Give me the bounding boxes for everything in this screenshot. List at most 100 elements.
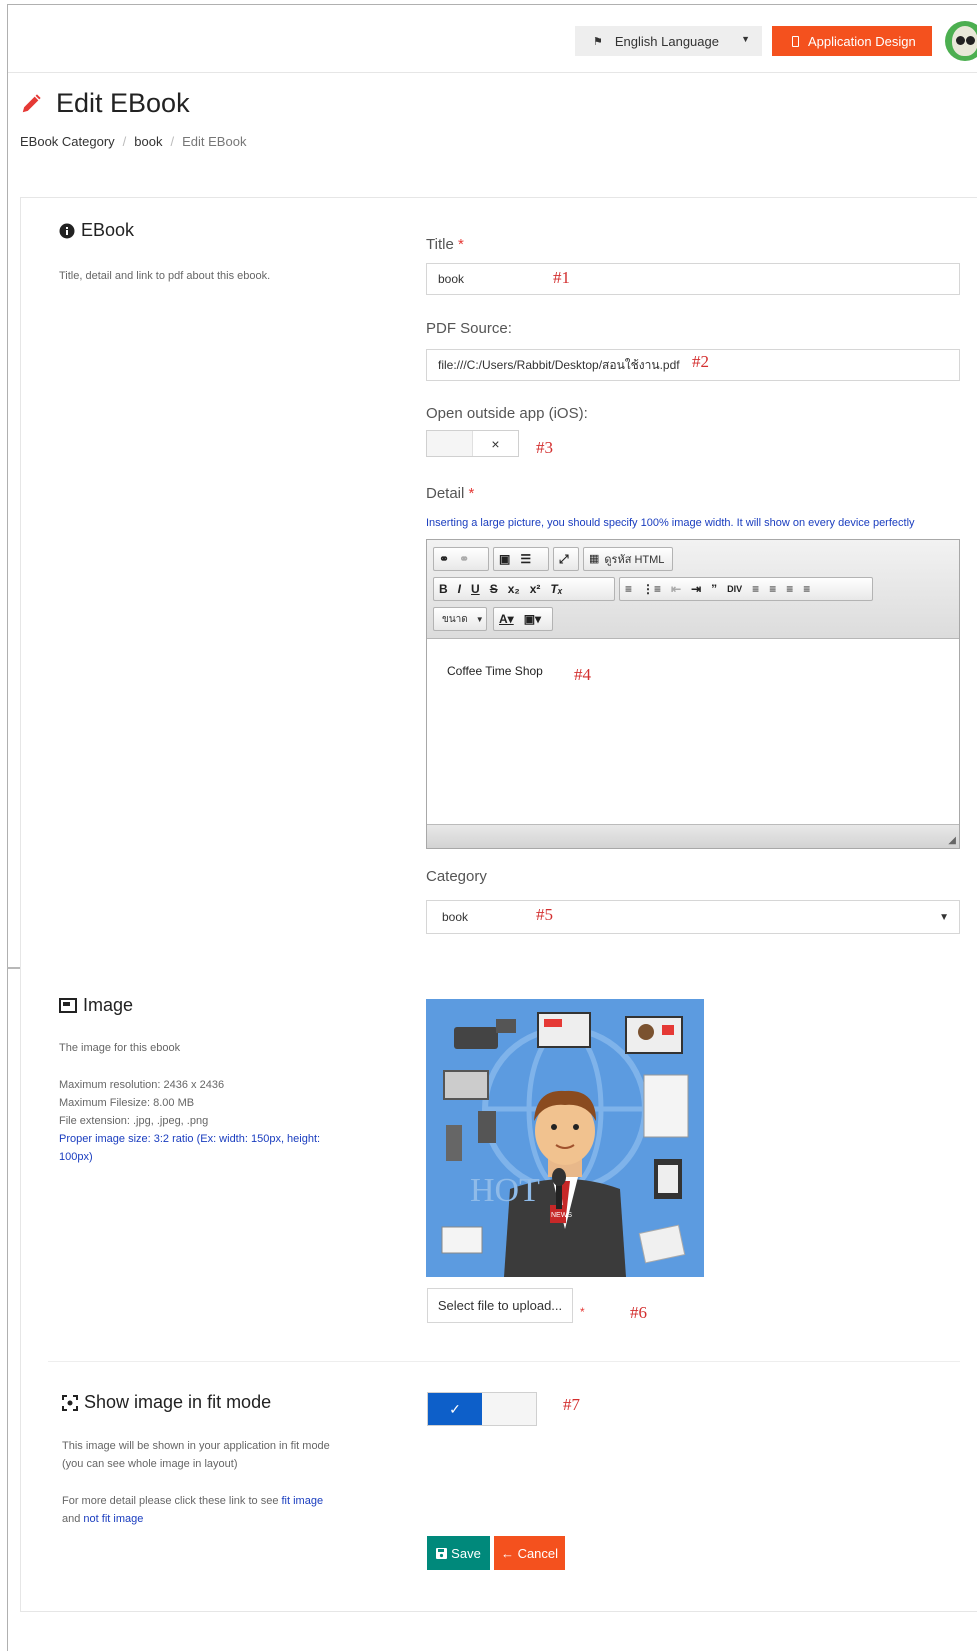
page-title-text: Edit EBook <box>56 88 190 118</box>
bulleted-list-icon[interactable]: ⋮≡ <box>637 578 666 600</box>
fit-image-link[interactable]: fit image <box>282 1495 324 1507</box>
close-icon: × <box>491 435 500 452</box>
fullscreen-icon[interactable]: ⤢ <box>554 548 574 570</box>
ebook-section-description: Title, detail and link to pdf about this… <box>59 270 271 282</box>
save-label: Save <box>451 1545 481 1561</box>
pencil-icon <box>22 93 41 112</box>
toggle-on-half <box>427 431 472 456</box>
resize-handle-icon[interactable]: ◢ <box>948 835 956 846</box>
fit-mode-toggle[interactable]: ✓ <box>427 1392 537 1426</box>
application-design-label: Application Design <box>808 33 916 49</box>
fit-mode-desc-line1: This image will be shown in your applica… <box>62 1440 330 1452</box>
align-center-icon[interactable]: ≡ <box>764 578 781 600</box>
avatar-eye-right <box>966 36 975 45</box>
breadcrumb-ebook-category[interactable]: EBook Category <box>20 134 115 149</box>
info-icon <box>59 223 75 238</box>
align-left-icon[interactable]: ≡ <box>747 578 764 600</box>
title-input[interactable]: book <box>426 263 960 295</box>
ebook-section-title: EBook <box>59 220 134 241</box>
align-right-icon[interactable]: ≡ <box>781 578 798 600</box>
clear-format-icon[interactable]: Tₓ <box>545 578 567 600</box>
fit-mode-section-title: Show image in fit mode <box>62 1392 271 1413</box>
outdent-icon[interactable]: ⇤ <box>666 578 686 600</box>
image-frame-icon <box>59 998 77 1013</box>
fit-mode-section-title-text: Show image in fit mode <box>84 1392 272 1412</box>
indent-icon[interactable]: ⇥ <box>686 578 706 600</box>
save-button[interactable]: Save <box>427 1536 490 1570</box>
image-icon[interactable]: ▣ <box>494 548 515 570</box>
text-color-icon[interactable]: A▾ <box>494 608 519 630</box>
horizontal-rule-icon[interactable]: ☰ <box>515 548 536 570</box>
source-code-icon[interactable]: ▦ <box>584 548 604 570</box>
category-label: Category <box>426 868 487 885</box>
focus-fit-icon <box>62 1394 78 1411</box>
breadcrumb-book[interactable]: book <box>134 134 162 149</box>
avatar-eye-left <box>956 36 965 45</box>
cancel-button[interactable]: ← Cancel <box>494 1536 565 1570</box>
required-mark: * <box>580 1305 585 1319</box>
language-label: English Language <box>614 33 719 49</box>
category-select[interactable]: book ▼ <box>426 900 960 934</box>
editor-content-text: Coffee Time Shop <box>447 664 543 678</box>
not-fit-image-link[interactable]: not fit image <box>83 1513 143 1525</box>
annotation-marker-3: #3 <box>536 438 553 457</box>
image-section-title-text: Image <box>83 995 134 1015</box>
title-label-text: Title <box>426 236 454 253</box>
floppy-disk-icon <box>436 1547 448 1559</box>
editor-size-dropdown[interactable]: ขนาด ▼ <box>433 607 487 631</box>
link-icon[interactable]: ⚭ <box>434 548 454 570</box>
rich-text-editor[interactable]: ⚭ ⚭ ▣ ☰ ⤢ ▦ ดูรหัส HTML B I U S x₂ x² Tₓ… <box>426 539 960 849</box>
news-reporter-illustration: NEWS HOT <box>426 999 704 1277</box>
required-mark: * <box>457 236 464 253</box>
title-input-value: book <box>438 272 465 286</box>
underline-icon[interactable]: U <box>466 578 485 600</box>
caret-down-icon: ▼ <box>475 614 484 624</box>
toggle-off-half <box>482 1393 536 1425</box>
select-file-label: Select file to upload... <box>437 1298 563 1313</box>
annotation-marker-4: #4 <box>574 665 591 684</box>
toggle-off-half: × <box>472 431 518 456</box>
editor-format-group: B I U S x₂ x² Tₓ <box>433 577 615 601</box>
language-dropdown[interactable]: ⚑ English Language ▼ <box>575 26 762 56</box>
image-section-title: Image <box>59 995 133 1016</box>
blockquote-icon[interactable]: ” <box>706 578 722 600</box>
numbered-list-icon[interactable]: ≡ <box>620 578 637 600</box>
unlink-icon[interactable]: ⚭ <box>454 548 474 570</box>
user-avatar[interactable] <box>945 21 977 61</box>
justify-icon[interactable]: ≡ <box>798 578 815 600</box>
ebook-cover-image: NEWS HOT <box>426 999 704 1277</box>
mobile-phone-icon <box>792 35 799 47</box>
pdf-source-label: PDF Source: <box>426 320 512 337</box>
mic-news-text: NEWS <box>551 1212 572 1219</box>
image-extensions: File extension: .jpg, .jpeg, .png <box>59 1115 209 1127</box>
source-code-label[interactable]: ดูรหัส HTML <box>604 550 664 568</box>
select-file-button[interactable]: Select file to upload... <box>427 1288 573 1323</box>
fit-mode-more-detail: For more detail please click these link … <box>62 1492 323 1510</box>
application-design-button[interactable]: Application Design <box>772 26 932 56</box>
toggle-on-half: ✓ <box>428 1393 482 1425</box>
required-mark: * <box>468 485 475 502</box>
background-color-icon[interactable]: ▣▾ <box>519 608 546 630</box>
annotation-marker-6: #6 <box>630 1303 647 1322</box>
open-outside-label: Open outside app (iOS): <box>426 405 588 422</box>
cancel-label: ← Cancel <box>500 1545 559 1561</box>
div-icon[interactable]: DIV <box>722 578 747 600</box>
strikethrough-icon[interactable]: S <box>485 578 503 600</box>
section-divider <box>48 1361 960 1362</box>
fit-mode-more-detail-2: and not fit image <box>62 1510 143 1528</box>
image-section-description: The image for this ebook <box>59 1042 181 1054</box>
editor-media-group: ▣ ☰ <box>493 547 549 571</box>
bold-icon[interactable]: B <box>434 578 453 600</box>
italic-icon[interactable]: I <box>453 578 466 600</box>
font-size-label: ขนาด <box>442 613 468 625</box>
subscript-icon[interactable]: x₂ <box>503 578 525 600</box>
title-label: Title * <box>426 236 464 253</box>
open-outside-toggle[interactable]: × <box>426 430 519 457</box>
editor-color-group: A▾ ▣▾ <box>493 607 553 631</box>
breadcrumb: EBook Category / book / Edit EBook <box>20 134 246 149</box>
breadcrumb-current: Edit EBook <box>182 134 247 149</box>
superscript-icon[interactable]: x² <box>525 578 546 600</box>
page-title: Edit EBook <box>20 88 190 119</box>
annotation-marker-2: #2 <box>692 352 709 371</box>
caret-down-icon: ▼ <box>939 911 949 923</box>
